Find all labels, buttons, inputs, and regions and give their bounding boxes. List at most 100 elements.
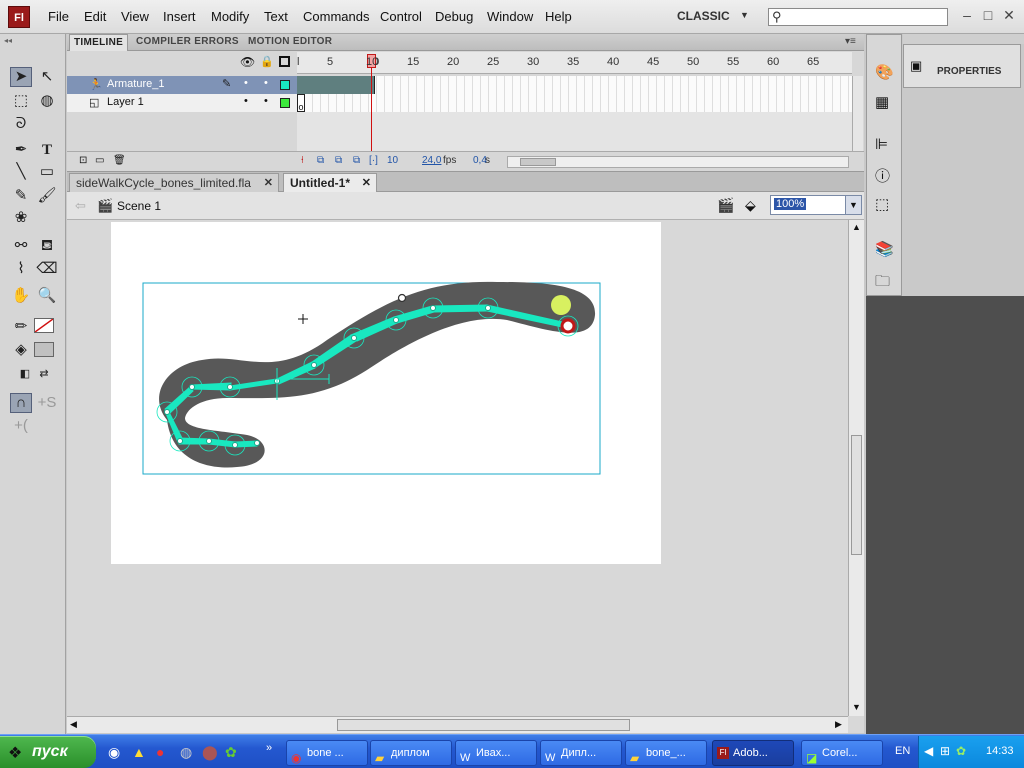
tray-app-icon[interactable]: ✿ (956, 744, 966, 758)
quicklaunch-ie-icon[interactable]: ◉ (108, 744, 120, 761)
close-tab-icon[interactable]: ✕ (362, 174, 371, 192)
outline-icon[interactable] (279, 56, 290, 67)
snap-magnet-icon[interactable]: ∩ (10, 393, 32, 413)
menu-text[interactable]: Text (264, 9, 288, 24)
quicklaunch-icon-4[interactable]: ◍ (180, 744, 192, 761)
lasso-tool-icon[interactable]: ᘐ (10, 114, 32, 134)
minimize-button[interactable]: – (958, 7, 976, 23)
menu-insert[interactable]: Insert (163, 9, 196, 24)
workspace-switcher[interactable]: CLASSIC (677, 9, 730, 23)
task-folder-diplom[interactable]: ▰ диплом (370, 740, 452, 766)
hand-tool-icon[interactable]: ✋ (10, 286, 32, 306)
edit-scene-icon[interactable]: 🎬 (717, 197, 734, 214)
tray-expand-icon[interactable]: ◀ (924, 744, 933, 758)
fill-color-icon[interactable]: ◈ (10, 340, 32, 360)
components-icon[interactable]: 🗀 (875, 271, 890, 296)
armature-drawing[interactable] (67, 220, 848, 716)
close-button[interactable]: ✕ (1000, 7, 1018, 24)
lock-icon[interactable]: 🔒 (260, 55, 274, 68)
help-search-input[interactable] (768, 8, 948, 26)
task-adobe-flash[interactable]: Fl Adob... (712, 740, 794, 766)
back-arrow-icon[interactable]: ⇦ (75, 198, 86, 214)
tab-compiler-errors[interactable]: COMPILER ERRORS (136, 36, 239, 47)
stroke-color-icon[interactable]: ✏ (10, 317, 32, 337)
collapse-icon[interactable]: ◂◂ (4, 36, 12, 45)
task-corel[interactable]: ◪ Corel... (801, 740, 883, 766)
free-transform-tool-icon[interactable]: ⬚ (10, 91, 32, 111)
maximize-button[interactable]: □ (979, 7, 997, 23)
language-indicator[interactable]: EN (895, 745, 910, 757)
properties-panel-button[interactable]: ▣ PROPERTIES (903, 44, 1021, 88)
quicklaunch-icon-2[interactable]: ▲ (132, 744, 146, 760)
paint-bucket-tool-icon[interactable]: ⛾ (36, 236, 58, 256)
fill-color-swatch[interactable] (34, 342, 54, 357)
visibility-dot[interactable]: • (244, 77, 248, 89)
lock-dot[interactable]: • (264, 95, 268, 107)
eyedropper-tool-icon[interactable]: ⌇ (10, 259, 32, 279)
rectangle-tool-icon[interactable]: ▭ (36, 162, 58, 182)
eraser-tool-icon[interactable]: ⌫ (36, 259, 58, 279)
task-folder-bone[interactable]: ▰ bone_... (625, 740, 707, 766)
onion-skin-icon[interactable]: ⧉ (317, 155, 324, 166)
timeline-vertical-scrollbar[interactable] (852, 76, 863, 151)
menu-debug[interactable]: Debug (435, 9, 473, 24)
lock-dot[interactable]: • (264, 77, 268, 89)
menu-commands[interactable]: Commands (303, 9, 369, 24)
pose-span[interactable] (297, 76, 375, 94)
scroll-thumb[interactable] (520, 158, 556, 166)
color-palette-icon[interactable]: 🎨 (875, 63, 894, 81)
edit-symbols-icon[interactable]: ⬙ (745, 197, 756, 214)
scroll-up-icon[interactable]: ▲ (852, 222, 861, 232)
swatches-icon[interactable]: ▦ (875, 93, 889, 111)
swap-colors-icon[interactable]: ⇄ (33, 364, 55, 384)
status-fps[interactable]: 24,0 (422, 155, 441, 166)
close-tab-icon[interactable]: ✕ (264, 174, 273, 192)
info-icon[interactable]: ⓘ (875, 165, 890, 186)
handle-dot[interactable] (551, 295, 571, 315)
pin-handle[interactable] (397, 293, 407, 303)
task-bone-1[interactable]: ◉ bone ... (286, 740, 368, 766)
layer-row-armature[interactable]: 🏃 Armature_1 ✎ • • (67, 76, 297, 94)
straighten-icon[interactable]: +( (10, 416, 32, 436)
visibility-dot[interactable]: • (244, 95, 248, 107)
selected-joint[interactable] (560, 318, 576, 334)
task-word-2[interactable]: W Дипл... (540, 740, 622, 766)
new-layer-icon[interactable]: ⊡ (79, 155, 87, 166)
scroll-down-icon[interactable]: ▼ (852, 702, 861, 712)
menu-help[interactable]: Help (545, 9, 572, 24)
delete-layer-icon[interactable]: 🗑 (113, 155, 126, 166)
bone[interactable] (178, 437, 210, 445)
quicklaunch-opera-icon[interactable]: ● (156, 744, 164, 760)
selection-tool-icon[interactable]: ➤ (10, 67, 32, 87)
quicklaunch-icon-6[interactable]: ✿ (225, 744, 237, 761)
frames-row-armature[interactable] (297, 76, 852, 94)
text-tool-icon[interactable]: T (36, 140, 58, 160)
subselection-tool-icon[interactable]: ↖ (36, 67, 58, 87)
zoom-select[interactable]: 100% ▼ (770, 195, 862, 215)
align-icon[interactable]: ⊫ (875, 135, 888, 153)
library-icon[interactable]: 📚 (875, 240, 894, 258)
doc-tab-untitled[interactable]: Untitled-1* ✕ (283, 173, 377, 192)
quicklaunch-expand-icon[interactable]: » (266, 742, 272, 754)
layer-name[interactable]: Layer 1 (107, 96, 144, 108)
scene-name[interactable]: Scene 1 (117, 199, 161, 213)
new-folder-icon[interactable]: ▭ (95, 155, 104, 166)
tab-timeline[interactable]: TIMELINE (69, 34, 129, 51)
eye-icon[interactable]: 👁 (240, 55, 255, 69)
quicklaunch-icon-5[interactable]: ⬤ (202, 744, 218, 761)
tab-motion-editor[interactable]: MOTION EDITOR (248, 36, 332, 47)
brush-tool-icon[interactable]: 🖌 (36, 186, 58, 206)
bone[interactable] (234, 440, 258, 448)
edit-multiple-frames-icon[interactable]: ⧉ (353, 155, 360, 166)
zoom-value[interactable]: 100% (774, 198, 807, 210)
tray-network-icon[interactable]: ⊞ (940, 744, 950, 758)
panel-menu-icon[interactable]: ▾≡ (845, 36, 856, 47)
scroll-thumb[interactable] (337, 719, 630, 731)
menu-modify[interactable]: Modify (211, 9, 249, 24)
scroll-left-icon[interactable]: ◀ (70, 719, 77, 730)
center-frame-icon[interactable]: ⍿ (301, 155, 304, 166)
deco-tool-icon[interactable]: ❀ (10, 208, 32, 228)
task-word-1[interactable]: W Ивах... (455, 740, 537, 766)
outline-color-swatch[interactable] (280, 80, 290, 90)
shape-body[interactable] (159, 281, 596, 468)
